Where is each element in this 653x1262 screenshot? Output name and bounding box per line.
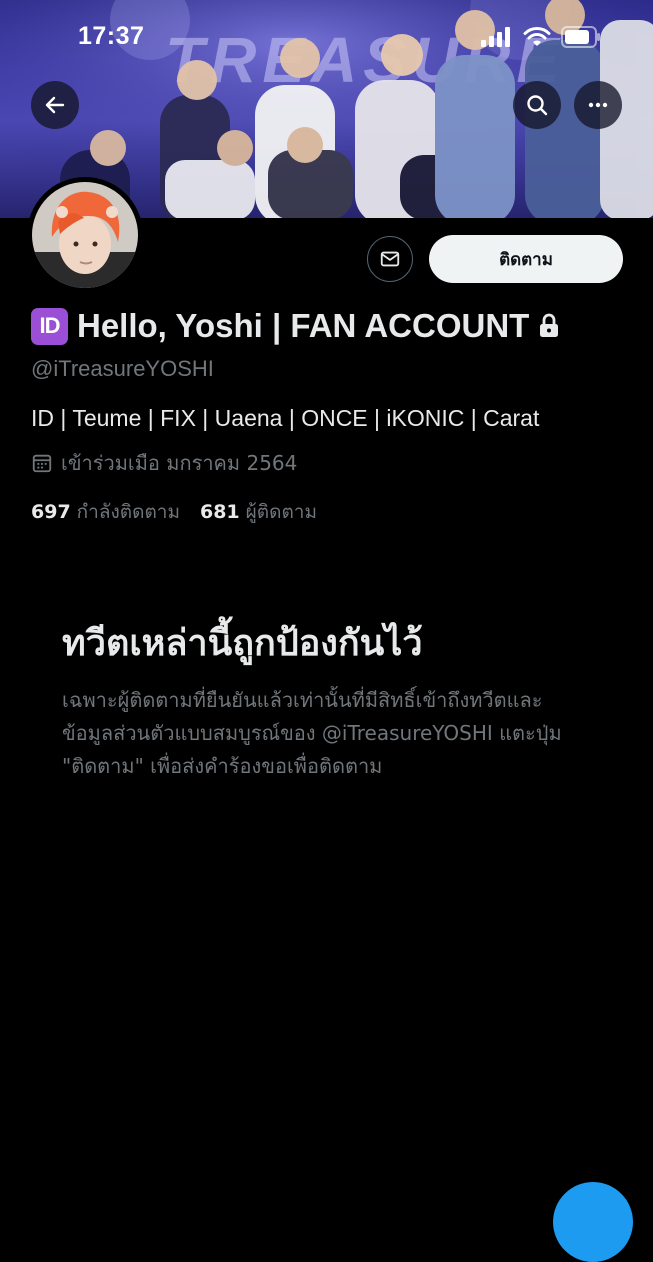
status-bar-time: 17:37: [78, 22, 145, 50]
arrow-left-icon: [45, 96, 65, 114]
battery-icon: [561, 26, 600, 48]
back-button[interactable]: [31, 81, 79, 129]
protected-description: เฉพาะผู้ติดตามที่ยืนยันแล้วเท่านั้นที่มี…: [62, 688, 562, 778]
avatar-photo: [32, 182, 138, 288]
search-icon: [527, 95, 548, 116]
followers-link[interactable]: 681 ผู้ติดตาม: [200, 497, 317, 527]
avatar-image: [32, 182, 138, 288]
compose-button[interactable]: [553, 1182, 633, 1262]
username-handle: @iTreasureYOSHI: [31, 356, 214, 381]
following-label: กำลังติดตาม: [76, 501, 180, 523]
following-link[interactable]: 697 กำลังติดตาม: [31, 497, 180, 527]
search-button[interactable]: [513, 81, 561, 129]
avatar[interactable]: [27, 177, 143, 293]
status-bar-icons: [481, 26, 601, 48]
lock-icon: [540, 313, 559, 337]
joined-date: เข้าร่วมเมือ มกราคม 2564: [31, 447, 297, 479]
more-options-button[interactable]: [574, 81, 622, 129]
protected-title: ทวีตเหล่านี้ถูกป้องกันไว้: [62, 623, 423, 664]
display-name-row: ID Hello, Yoshi | FAN ACCOUNT: [31, 307, 560, 345]
id-badge-icon: ID: [31, 307, 68, 345]
follow-button[interactable]: ติดตาม: [429, 235, 623, 283]
calendar-icon: [32, 454, 52, 473]
followers-count: 681: [199, 501, 240, 523]
profile-bio: ID | Teume | FIX | Uaena | ONCE | iKONIC…: [31, 405, 540, 431]
more-horizontal-icon: [588, 102, 608, 108]
following-count: 697: [31, 501, 71, 523]
followers-label: ผู้ติดตาม: [245, 501, 317, 523]
joined-date-text: เข้าร่วมเมือ มกราคม 2564: [61, 451, 298, 475]
display-name: Hello, Yoshi | FAN ACCOUNT: [77, 307, 530, 344]
wifi-icon: [523, 27, 551, 46]
message-button[interactable]: [367, 236, 413, 282]
follow-stats: 697 กำลังติดตาม 681 ผู้ติดตาม: [31, 497, 317, 527]
cellular-signal-icon: [481, 27, 510, 47]
envelope-icon: [380, 251, 400, 267]
